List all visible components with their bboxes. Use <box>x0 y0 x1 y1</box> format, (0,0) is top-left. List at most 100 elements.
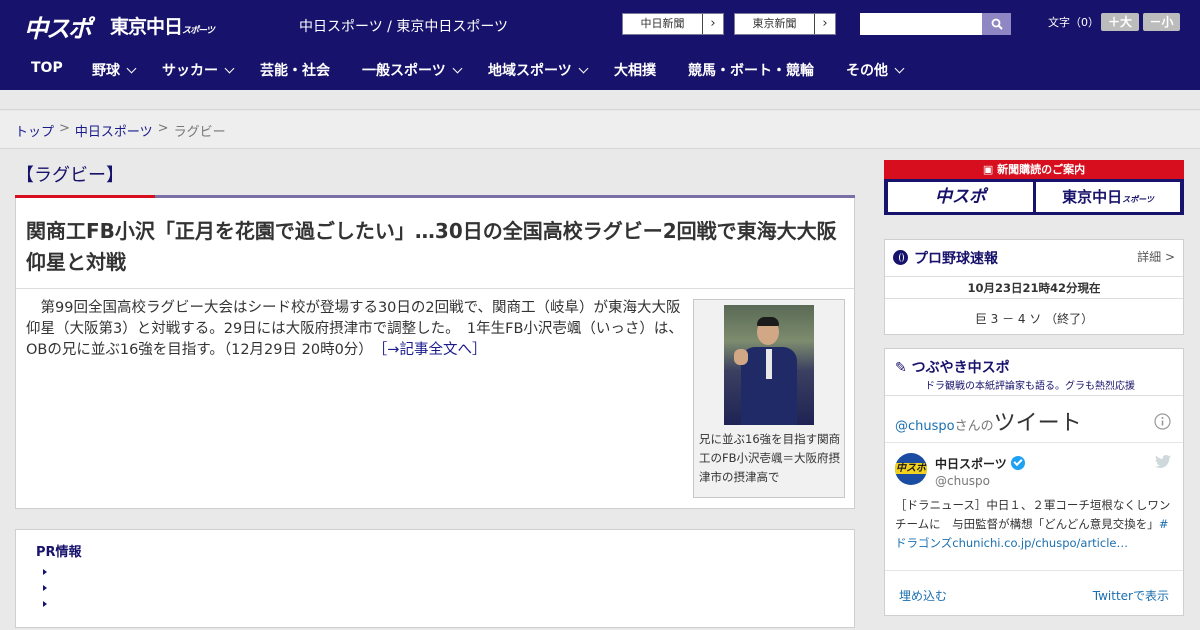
nav-label: 競馬・ボート・競輪 <box>688 63 814 79</box>
chuspo-handle-link[interactable]: @chuspo <box>895 419 955 434</box>
article-photo-box: 兄に並ぶ16強を目指す関商工のFB小沢壱颯＝大阪府摂津市の摂津高で <box>693 299 845 498</box>
baseball-scores-card: プロ野球速報 詳細 > 10月23日21時42分現在 巨 3 － 4 ソ （終了… <box>884 239 1184 335</box>
nav-item-general-sports[interactable]: 一般スポーツ <box>362 60 463 80</box>
nav-item-baseball[interactable]: 野球 <box>92 60 137 80</box>
section-title: 【ラグビー】 <box>16 165 124 186</box>
nav-item-top[interactable]: TOP <box>31 60 63 76</box>
nav-item-racing[interactable]: 競馬・ボート・競輪 <box>688 60 814 80</box>
nav-label: その他 <box>846 63 888 79</box>
search-icon <box>991 18 1003 30</box>
nav-item-local-sports[interactable]: 地域スポーツ <box>488 60 589 80</box>
baseball-detail-link[interactable]: 詳細 > <box>1137 248 1175 265</box>
nav-label: 芸能・社会 <box>260 63 330 79</box>
chevron-right-icon: › <box>822 16 828 31</box>
font-smaller-button[interactable]: －小 <box>1143 13 1180 31</box>
pr-item-bullet-icon[interactable] <box>43 585 47 591</box>
twitter-card: ✎ つぶやき中スポ ドラ観戦の本紙評論家も語る。グラも熱烈応援 @chuspoさ… <box>884 348 1184 616</box>
nav-label: 地域スポーツ <box>488 63 572 79</box>
nav-label: 大相撲 <box>614 63 656 79</box>
banner-title: ▣ 新聞購読のご案内 <box>884 160 1184 179</box>
tokyo-shimbun-link[interactable]: 東京新聞 › <box>734 13 836 35</box>
photo-caption: 兄に並ぶ16強を目指す関商工のFB小沢壱颯＝大阪府摂津市の摂津高で <box>699 432 841 484</box>
breadcrumb: トップ > 中日スポーツ > ラグビー <box>15 121 226 140</box>
font-bigger-button[interactable]: ＋大 <box>1101 13 1139 31</box>
pr-box: PR情報 <box>15 529 855 628</box>
chevron-down-icon <box>452 63 463 73</box>
breadcrumb-top-link[interactable]: トップ <box>15 121 54 140</box>
article-body: 第99回全国高校ラグビー大会はシード校が登場する30日の2回戦で、関商工（岐阜）… <box>26 298 686 361</box>
nav-item-entertainment[interactable]: 芸能・社会 <box>260 60 330 80</box>
twitter-bird-icon[interactable] <box>1155 455 1171 468</box>
nav-label: TOP <box>31 60 63 76</box>
breadcrumb-chuspo-link[interactable]: 中日スポーツ <box>75 121 153 140</box>
font-size-label: 文字（0） <box>1048 16 1099 29</box>
divider <box>885 570 1183 571</box>
banner-chuspo[interactable]: 中スポ <box>888 182 1033 212</box>
photo-figure <box>757 317 779 326</box>
nav-item-other[interactable]: その他 <box>846 60 905 80</box>
chevron-down-icon <box>126 63 137 73</box>
tweets-card-header: ✎ つぶやき中スポ <box>895 357 1010 377</box>
tokyo-logo-sub: スポーツ <box>182 26 215 36</box>
nav-item-soccer[interactable]: サッカー <box>162 60 235 80</box>
tokyo-chunichi-logo[interactable]: 東京中日スポーツ <box>110 12 215 39</box>
nav-label: サッカー <box>162 63 218 79</box>
account-name-text: 中日スポーツ <box>935 457 1007 471</box>
subscription-banner[interactable]: ▣ 新聞購読のご案内 中スポ 東京中日スポーツ <box>884 160 1184 215</box>
tweets-label: ツイート <box>993 411 1082 436</box>
chevron-down-icon <box>894 63 905 73</box>
search-input[interactable] <box>860 13 982 35</box>
divider <box>885 276 1183 277</box>
chevron-right-icon: › <box>710 16 716 31</box>
verified-icon <box>1010 456 1025 470</box>
nav-item-sumo[interactable]: 大相撲 <box>614 60 656 80</box>
tweets-timeline-header: @chuspoさんのツイート <box>895 405 1082 437</box>
info-icon[interactable] <box>1154 413 1171 430</box>
tweet-account-name[interactable]: 中日スポーツ <box>935 455 1025 472</box>
baseball-updated: 10月23日21時42分現在 <box>967 281 1101 295</box>
embed-link[interactable]: 埋め込む <box>899 587 947 604</box>
main-nav: TOP 野球 サッカー 芸能・社会 一般スポーツ 地域スポーツ 大相撲 競馬・ボ… <box>0 48 1200 90</box>
tweet-body: ［ドラニュース］中日１、２軍コーチ垣根なくしワンチームに 与田監督が構想「どんど… <box>895 498 1171 531</box>
divider <box>885 298 1183 299</box>
baseball-score[interactable]: 巨 3 － 4 ソ （終了） <box>885 310 1183 327</box>
avatar[interactable]: 中スポ <box>895 453 927 485</box>
photo-figure <box>734 349 748 365</box>
baseball-card-header: プロ野球速報 <box>893 248 998 268</box>
handle-suffix: さんの <box>954 419 994 434</box>
chuspo-logo[interactable]: 中スポ <box>24 9 92 44</box>
divider <box>16 288 854 289</box>
article-summary: 第99回全国高校ラグビー大会はシード校が登場する30日の2回戦で、関商工（岐阜）… <box>26 300 683 358</box>
tweet-account-handle[interactable]: @chuspo <box>935 474 990 488</box>
tokyo-logo-text: 東京中日 <box>110 16 183 38</box>
megaphone-icon: ✎ <box>895 360 912 376</box>
tweet-text[interactable]: ［ドラニュース］中日１、２軍コーチ垣根なくしワンチームに 与田監督が構想「どんど… <box>895 496 1173 553</box>
top-header: 中スポ 東京中日スポーツ 中日スポーツ / 東京中日スポーツ 中日新聞 › 東京… <box>0 0 1200 48</box>
breadcrumb-bar: トップ > 中日スポーツ > ラグビー <box>0 111 1200 149</box>
tweets-card-title: つぶやき中スポ <box>911 360 1010 376</box>
spacer-strip <box>0 90 1200 110</box>
banner-title-text: 新聞購読のご案内 <box>997 163 1086 176</box>
breadcrumb-separator: > <box>59 121 70 136</box>
pr-item-bullet-icon[interactable] <box>43 569 47 575</box>
banner-tokyo[interactable]: 東京中日スポーツ <box>1036 182 1180 212</box>
search-button[interactable] <box>982 13 1011 35</box>
article-headline: 関商工FB小沢「正月を花園で過ごしたい」…30日の全国高校ラグビー2回戦で東海大… <box>26 219 837 274</box>
pr-item-bullet-icon[interactable] <box>43 601 47 607</box>
site-title[interactable]: 中日スポーツ / 東京中日スポーツ <box>299 16 508 36</box>
ext-link-label: 中日新聞 <box>623 14 703 34</box>
ext-link-label: 東京新聞 <box>735 14 815 34</box>
article-card: 関商工FB小沢「正月を花園で過ごしたい」…30日の全国高校ラグビー2回戦で東海大… <box>15 198 855 509</box>
tweets-card-subtitle: ドラ観戦の本紙評論家も語る。グラも熱烈応援 <box>925 381 1135 392</box>
banner-tokyo-text: 東京中日 <box>1062 188 1123 206</box>
baseball-icon <box>893 250 908 265</box>
view-on-twitter-link[interactable]: Twitterで表示 <box>1093 587 1169 604</box>
article-photo[interactable] <box>724 305 814 425</box>
nav-label: 野球 <box>92 63 120 79</box>
newspaper-icon: ▣ <box>982 163 998 176</box>
divider <box>885 442 1183 443</box>
chunichi-shimbun-link[interactable]: 中日新聞 › <box>622 13 724 35</box>
read-more-link[interactable]: ［→記事全文へ］ <box>380 342 486 358</box>
chevron-down-icon <box>578 63 589 73</box>
divider <box>885 395 1183 396</box>
